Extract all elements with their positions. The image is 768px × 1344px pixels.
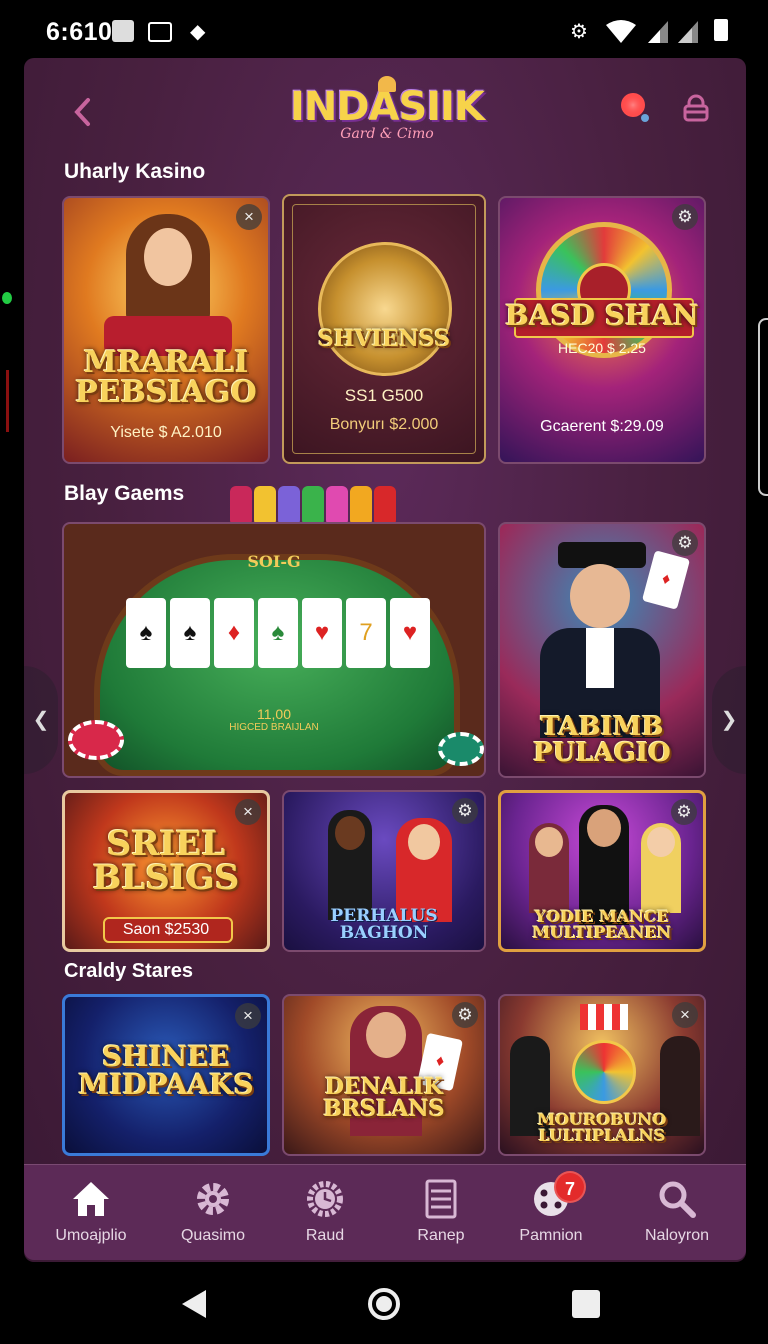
section-title-3: Craldy Stares <box>64 960 193 982</box>
recents-icon[interactable] <box>572 1290 600 1318</box>
nav-label: Quasimo <box>180 1227 246 1244</box>
back-icon[interactable] <box>180 1288 208 1320</box>
section-title-1: Uharly Kasino <box>64 160 206 183</box>
battery-icon <box>714 19 728 41</box>
notification-badge: 7 <box>554 1171 586 1203</box>
felt-label: SOI-G <box>247 552 301 571</box>
settings-icon[interactable]: ⚙ <box>452 1002 478 1028</box>
home-icon <box>73 1182 109 1216</box>
game-card-7[interactable]: ⚙ PERHALUS BAGHON <box>282 790 486 952</box>
game-card-9[interactable]: × SHINEE MIDPAAKS <box>62 994 270 1156</box>
bottom-nav: Umoajplio Quasimo Raud Ranep 7 Pamnion N… <box>24 1164 746 1260</box>
list-icon <box>425 1179 457 1219</box>
system-nav-bar <box>0 1262 768 1344</box>
chip-icon <box>68 720 124 760</box>
card-subtitle: Bonyurı $2.000 <box>329 416 439 433</box>
carousel-left-arrow[interactable]: ❮ <box>24 666 58 774</box>
home-circle-icon[interactable] <box>366 1286 402 1322</box>
settings-icon[interactable]: ⚙ <box>452 798 478 824</box>
game-card-3[interactable]: ⚙ BASD SHAN HEC20 $ 2.25 Gcaerent $:29.0… <box>498 196 706 464</box>
location-icon: ◆ <box>190 21 206 43</box>
card-line: SS1 G500 <box>344 386 424 405</box>
nav-item-casino[interactable]: Quasimo <box>158 1165 268 1261</box>
game-card-poker-table[interactable]: SOI-G ♠ ♠ ♦ ♠ ♥ 7 ♥ 11,00 HIGCED BRAIJLA… <box>62 522 486 778</box>
nav-label: Ranep <box>417 1227 465 1244</box>
game-card-8[interactable]: ⚙ YODIE MANCE MULTIPEANEN <box>498 790 706 952</box>
header: INDASIIK Gard & Cimo <box>24 58 746 158</box>
table-label: HIGCED BRAIJLAN <box>229 722 319 733</box>
signal-icon <box>648 21 668 43</box>
lock-icon[interactable] <box>682 94 710 124</box>
card-line: HEC20 $ 2.25 <box>558 340 646 356</box>
card-title: SHINEE MIDPAAKS <box>78 1040 254 1101</box>
card-title: PERHALUS BAGHON <box>330 906 438 943</box>
card-notification-icon <box>148 22 172 42</box>
card-title: BASD SHAN <box>505 299 699 332</box>
brand-logo: INDASIIK Gard & Cimo <box>282 76 492 166</box>
card-title: MRARALI PEBSIAGO <box>75 345 257 410</box>
card-title: TABIMB PULAGIO <box>533 712 671 768</box>
gear-icon <box>197 1183 229 1215</box>
side-indicator-red <box>6 370 9 432</box>
side-indicator-green <box>2 292 12 304</box>
settings-icon[interactable]: ⚙ <box>671 799 697 825</box>
nav-label: Pamnion <box>519 1227 583 1244</box>
table-amount: 11,00 <box>257 706 291 722</box>
medallion-icon <box>318 242 452 376</box>
card-title: SRIEL BLSIGS <box>92 824 240 898</box>
section-title-2: Blay Gaems <box>64 482 185 505</box>
status-time: 6:610 <box>46 18 113 46</box>
nav-item-ranep[interactable]: Ranep <box>386 1165 496 1261</box>
close-icon[interactable]: × <box>672 1002 698 1028</box>
clock-gear-icon <box>307 1181 343 1217</box>
host-portrait <box>126 214 210 324</box>
app-notification-icon <box>112 20 134 42</box>
roulette-wheel-icon <box>572 1040 636 1104</box>
nav-label: Raud <box>305 1227 345 1244</box>
nav-item-raud[interactable]: Raud <box>270 1165 380 1261</box>
vibrate-icon: ⚙ <box>570 21 588 43</box>
card-title: SHVIENSS <box>317 326 451 352</box>
close-icon[interactable]: × <box>235 1003 261 1029</box>
chip-icon <box>438 732 484 766</box>
game-card-1[interactable]: × MRARALI PEBSIAGO Yisete $ A2.010 <box>62 196 270 464</box>
nav-item-home[interactable]: Umoajplio <box>36 1165 146 1261</box>
game-card-5[interactable]: ♦ ⚙ TABIMB PULAGIO <box>498 522 706 778</box>
game-card-10[interactable]: ♦ ⚙ DENALIK BRSLANS <box>282 994 486 1156</box>
card-subtitle: Saon $2530 <box>122 921 210 938</box>
carousel-right-arrow[interactable]: ❯ <box>712 666 746 774</box>
game-card-2[interactable]: SHVIENSS SS1 G500 Bonyurı $2.000 <box>282 194 486 464</box>
playing-cards: ♠ ♠ ♦ ♠ ♥ 7 ♥ <box>126 598 430 674</box>
game-card-6[interactable]: × SRIEL BLSIGS Saon $2530 <box>62 790 270 952</box>
close-icon[interactable]: × <box>235 799 261 825</box>
card-title: MOUROBUNO LULTIPLALNS <box>537 1110 667 1145</box>
nav-label: Naloyron <box>644 1227 710 1244</box>
signal-icon-2 <box>678 21 698 43</box>
search-icon <box>659 1181 696 1218</box>
wifi-icon <box>606 20 636 43</box>
back-chevron-icon[interactable] <box>68 94 98 130</box>
notification-icon[interactable] <box>620 92 650 122</box>
app-window: INDASIIK Gard & Cimo Uharly Kasino × MRA… <box>24 58 746 1262</box>
game-card-11[interactable]: × MOUROBUNO LULTIPLALNS <box>498 994 706 1156</box>
nav-label: Umoajplio <box>55 1227 127 1244</box>
card-subtitle: Yisete $ A2.010 <box>110 424 222 441</box>
settings-icon[interactable]: ⚙ <box>672 530 698 556</box>
status-bar: 6:610 ◆ ⚙ <box>0 0 768 64</box>
card-subtitle: Gcaerent $:29.09 <box>540 418 664 435</box>
side-handle[interactable] <box>758 318 768 496</box>
settings-icon[interactable]: ⚙ <box>672 204 698 230</box>
nav-item-search[interactable]: Naloyron <box>622 1165 732 1261</box>
card-title: DENALIK BRSLANS <box>323 1074 445 1122</box>
nav-item-pamnion[interactable]: 7 Pamnion <box>496 1165 606 1261</box>
close-icon[interactable]: × <box>236 204 262 230</box>
card-title: YODIE MANCE MULTIPEANEN <box>532 907 672 942</box>
crown-icon <box>378 76 396 92</box>
